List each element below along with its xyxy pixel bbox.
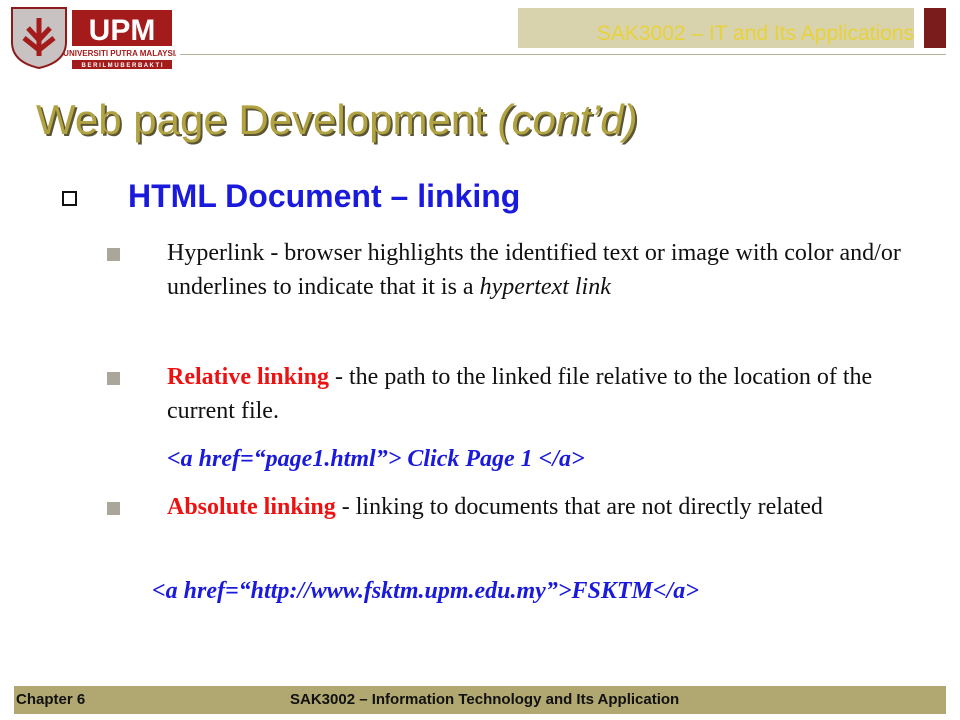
square-bullet-icon (107, 248, 120, 261)
hollow-square-bullet-icon (62, 191, 77, 206)
heading-text: HTML Document – linking (128, 178, 521, 214)
square-bullet-icon (107, 502, 120, 515)
slide-title-suffix: (cont’d) (497, 96, 638, 143)
logo-subtitle: UNIVERSITI PUTRA MALAYSIA (63, 49, 176, 58)
header-divider (180, 54, 946, 55)
bullet-lead: Absolute linking (167, 494, 336, 520)
bullet-hyperlink: Hyperlink - browser highlights the ident… (167, 236, 927, 304)
bullet-italic: hypertext link (479, 274, 611, 300)
logo-text: UPM (89, 14, 156, 47)
bullet-absolute-linking: Absolute linking - linking to documents … (167, 490, 927, 524)
bullet-relative-linking: Relative linking - the path to the linke… (167, 360, 927, 428)
square-bullet-icon (107, 372, 120, 385)
upm-crest-icon: UPM UNIVERSITI PUTRA MALAYSIA B E R I L … (11, 7, 176, 70)
slide-title-main: Web page Development (36, 96, 486, 143)
footer-bar: Chapter 6 SAK3002 – Information Technolo… (14, 686, 946, 714)
upm-logo: UPM UNIVERSITI PUTRA MALAYSIA B E R I L … (8, 4, 176, 70)
code-example-relative: <a href=“page1.html”> Click Page 1 </a> (167, 446, 585, 472)
footer-course: SAK3002 – Information Technology and Its… (290, 691, 680, 708)
bullet-text: - linking to documents that are not dire… (335, 494, 823, 520)
code-example-absolute: <a href=“http://www.fsktm.upm.edu.my”>FS… (152, 578, 699, 604)
logo-tagline: B E R I L M U B E R B A K T I (81, 63, 162, 69)
bullet-lead: Relative linking (167, 364, 330, 390)
footer-chapter: Chapter 6 (16, 691, 86, 708)
slide-title: Web page Development (cont’d) (36, 96, 638, 144)
section-heading: HTML Document – linking (62, 178, 520, 215)
header-accent-block (924, 8, 946, 48)
course-title: SAK3002 – IT and Its Applications (596, 22, 914, 45)
